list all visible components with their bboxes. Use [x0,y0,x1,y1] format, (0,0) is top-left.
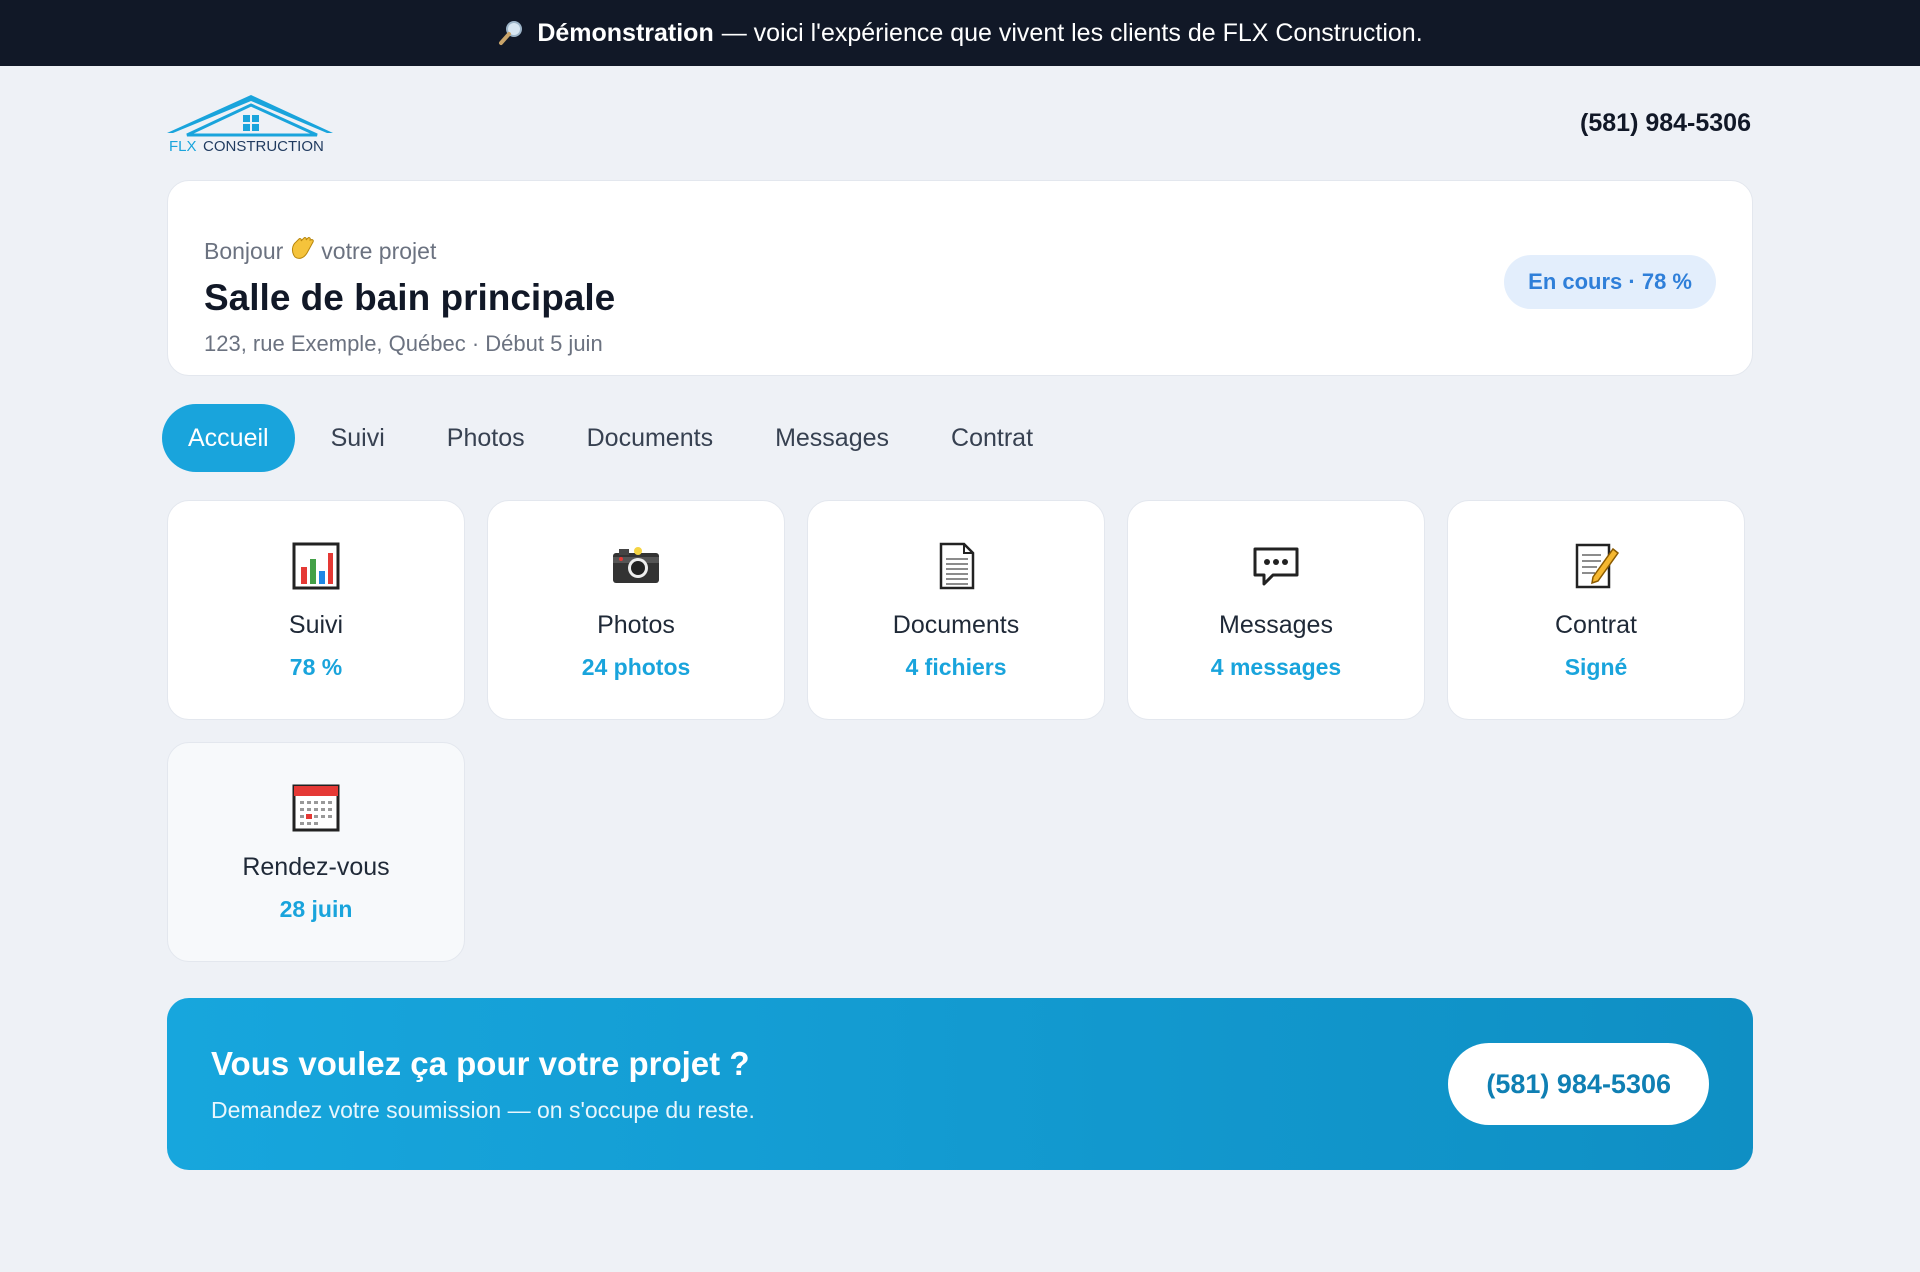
demo-banner-bold: Démonstration [537,18,714,47]
greeting-suffix: votre projet [321,237,437,264]
tile-value: 24 photos [581,654,691,680]
camera-icon [613,547,659,583]
project-title: Salle de bain principale [204,277,616,318]
tile-value: 28 juin [279,896,353,922]
magnifier-icon [497,19,525,47]
tile-label: Rendez-vous [242,853,390,881]
cta-subtitle: Demandez votre soumission — on s'occupe … [211,1096,755,1123]
flx-logo[interactable]: FLX CONSTRUCTION [167,94,337,160]
project-address: 123, rue Exemple, Québec · Début 5 juin [204,331,603,356]
tile-value: 78 % [289,654,343,680]
site-header: FLX CONSTRUCTION (581) 984-5306 [167,66,1753,180]
demo-banner: Démonstration — voici l'expérience que v… [0,0,1920,66]
summary-tiles: Suivi 78 % Photos 24 photos Documents 4 … [167,500,1753,962]
tab-messages[interactable]: Messages [749,404,915,472]
tile-messages[interactable]: Messages 4 messages [1127,500,1425,720]
tile-suivi[interactable]: Suivi 78 % [167,500,465,720]
tile-value: 4 fichiers [905,654,1007,680]
greeting: Bonjour votre projet [204,235,615,267]
header-phone[interactable]: (581) 984-5306 [1580,109,1751,138]
project-card: Bonjour votre projet Salle de bain princ… [167,180,1753,376]
greeting-text: Bonjour [204,237,284,264]
speech-bubble-icon [1253,547,1299,586]
tab-bar: Accueil Suivi Photos Documents Messages … [162,404,1753,472]
tile-photos[interactable]: Photos 24 photos [487,500,785,720]
tab-accueil[interactable]: Accueil [162,404,295,472]
cta-banner: Vous voulez ça pour votre projet ? Deman… [167,998,1753,1170]
status-badge: En cours · 78 % [1504,255,1716,309]
cta-title: Vous voulez ça pour votre projet ? [211,1044,750,1082]
logo-roof-icon: FLX CONSTRUCTION [167,94,333,155]
tab-documents[interactable]: Documents [561,404,739,472]
cta-text: Vous voulez ça pour votre projet ? Deman… [211,1045,755,1124]
tile-value: 4 messages [1210,654,1342,680]
tile-label: Suivi [288,611,344,639]
waving-hand-icon [289,235,315,267]
tile-label: Photos [597,611,675,639]
tile-rendez-vous[interactable]: Rendez-vous 28 juin [167,742,465,962]
tile-value: Signé [1564,654,1628,680]
logo-construction-text: CONSTRUCTION [203,138,324,155]
memo-pencil-icon [1575,543,1620,589]
calendar-icon [292,784,340,832]
cta-phone-button[interactable]: (581) 984-5306 [1448,1043,1709,1125]
document-icon [939,542,975,590]
project-info: Bonjour votre projet Salle de bain princ… [204,235,615,357]
logo-flx-text: FLX [169,138,197,155]
tab-contrat[interactable]: Contrat [925,404,1059,472]
tile-contrat[interactable]: Contrat Signé [1447,500,1745,720]
tab-photos[interactable]: Photos [421,404,551,472]
tile-label: Documents [892,611,1020,639]
demo-banner-text: — voici l'expérience que vivent les clie… [721,18,1423,47]
tile-documents[interactable]: Documents 4 fichiers [807,500,1105,720]
tile-label: Contrat [1555,611,1637,639]
tab-suivi[interactable]: Suivi [305,404,411,472]
tile-label: Messages [1219,611,1333,639]
bar-chart-icon [292,542,340,590]
